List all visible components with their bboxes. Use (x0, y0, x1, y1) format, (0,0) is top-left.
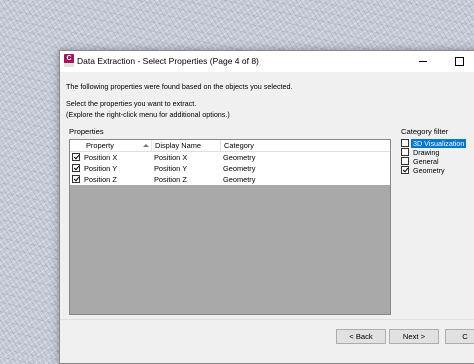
column-header-category[interactable]: Category (221, 140, 390, 151)
row-checkbox[interactable] (72, 153, 80, 161)
display-name-cell[interactable]: Position X (154, 152, 187, 163)
row-checkbox[interactable] (72, 175, 80, 183)
footer-divider (60, 319, 474, 320)
instruction-text: Select the properties you want to extrac… (66, 99, 197, 108)
filter-item-label: Geometry (413, 166, 445, 175)
filter-item-general[interactable]: General (400, 157, 474, 166)
maximize-button[interactable] (452, 54, 466, 68)
filter-checkbox[interactable] (401, 148, 409, 156)
properties-header: Property Display Name Category (70, 140, 390, 152)
properties-label: Properties (69, 127, 104, 136)
app-icon: C (64, 54, 74, 67)
filter-checkbox[interactable] (401, 166, 409, 174)
category-cell: Geometry (223, 175, 256, 184)
intro-text: The following properties were found base… (66, 82, 293, 91)
property-cell: Position Z (84, 175, 117, 184)
properties-list: Property Display Name Category Position … (69, 139, 391, 315)
filter-item-label: General (413, 157, 439, 166)
cancel-button[interactable]: C (445, 329, 474, 344)
table-row[interactable]: Position Z Position Z Geometry (70, 174, 390, 185)
data-extraction-dialog: C Data Extraction - Select Properties (P… (59, 50, 474, 364)
next-button[interactable]: Next > (389, 329, 439, 344)
category-filter-label: Category filter (401, 127, 449, 136)
property-cell: Position Y (84, 164, 118, 173)
filter-checkbox[interactable] (401, 157, 409, 165)
display-name-cell[interactable]: Position Y (154, 163, 187, 174)
minimize-icon (419, 61, 427, 62)
filter-item-drawing[interactable]: Drawing (400, 148, 474, 157)
filter-checkbox[interactable] (401, 139, 409, 147)
back-button[interactable]: < Back (336, 329, 386, 344)
dialog-title: Data Extraction - Select Properties (Pag… (77, 56, 259, 66)
title-bar: C Data Extraction - Select Properties (P… (60, 51, 474, 72)
filter-item-label: 3D Visualization (411, 139, 467, 148)
category-filter-list: 3D Visualization Drawing General Geometr… (400, 138, 474, 184)
instruction-hint: (Explore the right-click menu for additi… (66, 110, 230, 119)
category-cell: Geometry (223, 164, 256, 173)
display-name-cell[interactable]: Position Z (154, 174, 187, 185)
minimize-button[interactable] (416, 54, 430, 68)
table-row[interactable]: Position Y Position Y Geometry (70, 163, 390, 174)
column-header-label: Property (86, 141, 114, 150)
property-cell: Position X (84, 153, 118, 162)
category-cell: Geometry (223, 153, 256, 162)
column-header-display-name[interactable]: Display Name (152, 140, 221, 151)
filter-item-label: Drawing (413, 148, 440, 157)
table-row[interactable]: Position X Position X Geometry (70, 152, 390, 163)
column-header-property[interactable]: Property (70, 140, 152, 151)
row-checkbox[interactable] (72, 164, 80, 172)
filter-item-geometry[interactable]: Geometry (400, 166, 474, 175)
sort-ascending-icon (143, 144, 149, 147)
filter-item-3d-visualization[interactable]: 3D Visualization (400, 139, 474, 148)
maximize-icon (455, 57, 464, 66)
